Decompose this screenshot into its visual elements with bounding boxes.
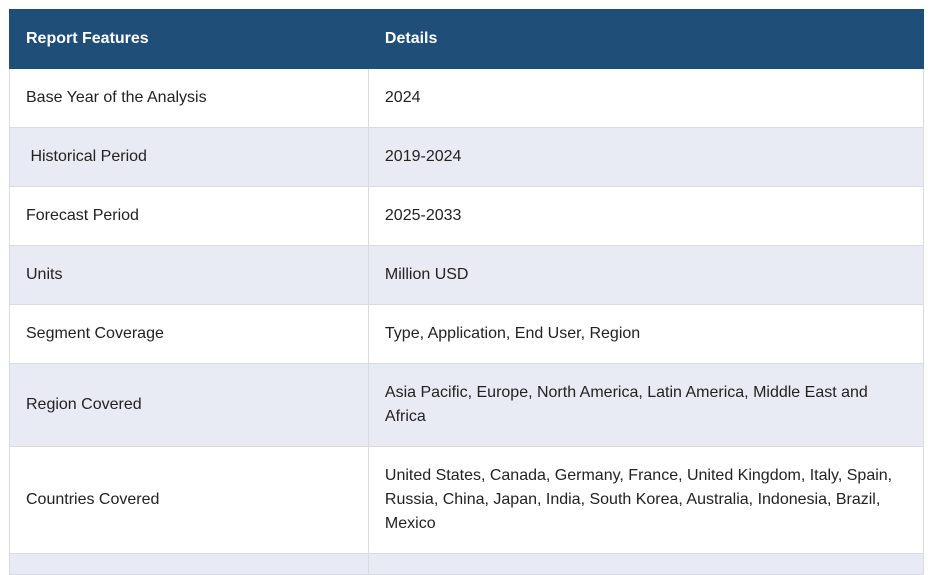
header-report-features: Report Features <box>9 9 369 69</box>
feature-cell: Forecast Period <box>9 186 369 246</box>
table-row: Region Covered Asia Pacific, Europe, Nor… <box>9 363 925 447</box>
feature-cell: Historical Period <box>9 127 369 187</box>
details-cell: 2024 <box>367 68 925 128</box>
feature-cell: Countries Covered <box>9 446 369 554</box>
feature-cell: Segment Coverage <box>9 304 369 364</box>
details-cell-empty <box>367 553 925 575</box>
details-cell: Million USD <box>367 245 925 305</box>
details-cell: Asia Pacific, Europe, North America, Lat… <box>367 363 925 447</box>
table-row: Historical Period 2019-2024 <box>9 127 925 187</box>
table-header: Report Features Details <box>9 9 925 69</box>
feature-cell: Region Covered <box>9 363 369 447</box>
table-row: Base Year of the Analysis 2024 <box>9 68 925 128</box>
table-row: Countries Covered United States, Canada,… <box>9 446 925 554</box>
details-cell: Type, Application, End User, Region <box>367 304 925 364</box>
table-body: Base Year of the Analysis 2024 Historica… <box>9 68 925 575</box>
table-row: Segment Coverage Type, Application, End … <box>9 304 925 364</box>
header-row: Report Features Details <box>9 9 925 69</box>
table-row: Units Million USD <box>9 245 925 305</box>
table-row: Forecast Period 2025-2033 <box>9 186 925 246</box>
feature-cell: Base Year of the Analysis <box>9 68 369 128</box>
details-cell: United States, Canada, Germany, France, … <box>367 446 925 554</box>
header-details: Details <box>367 9 925 69</box>
details-cell: 2019-2024 <box>367 127 925 187</box>
details-cell: 2025-2033 <box>367 186 925 246</box>
feature-cell: Units <box>9 245 369 305</box>
report-features-table: Report Features Details Base Year of the… <box>9 9 925 575</box>
feature-cell-empty <box>9 553 369 575</box>
table-row-partial <box>9 553 925 575</box>
